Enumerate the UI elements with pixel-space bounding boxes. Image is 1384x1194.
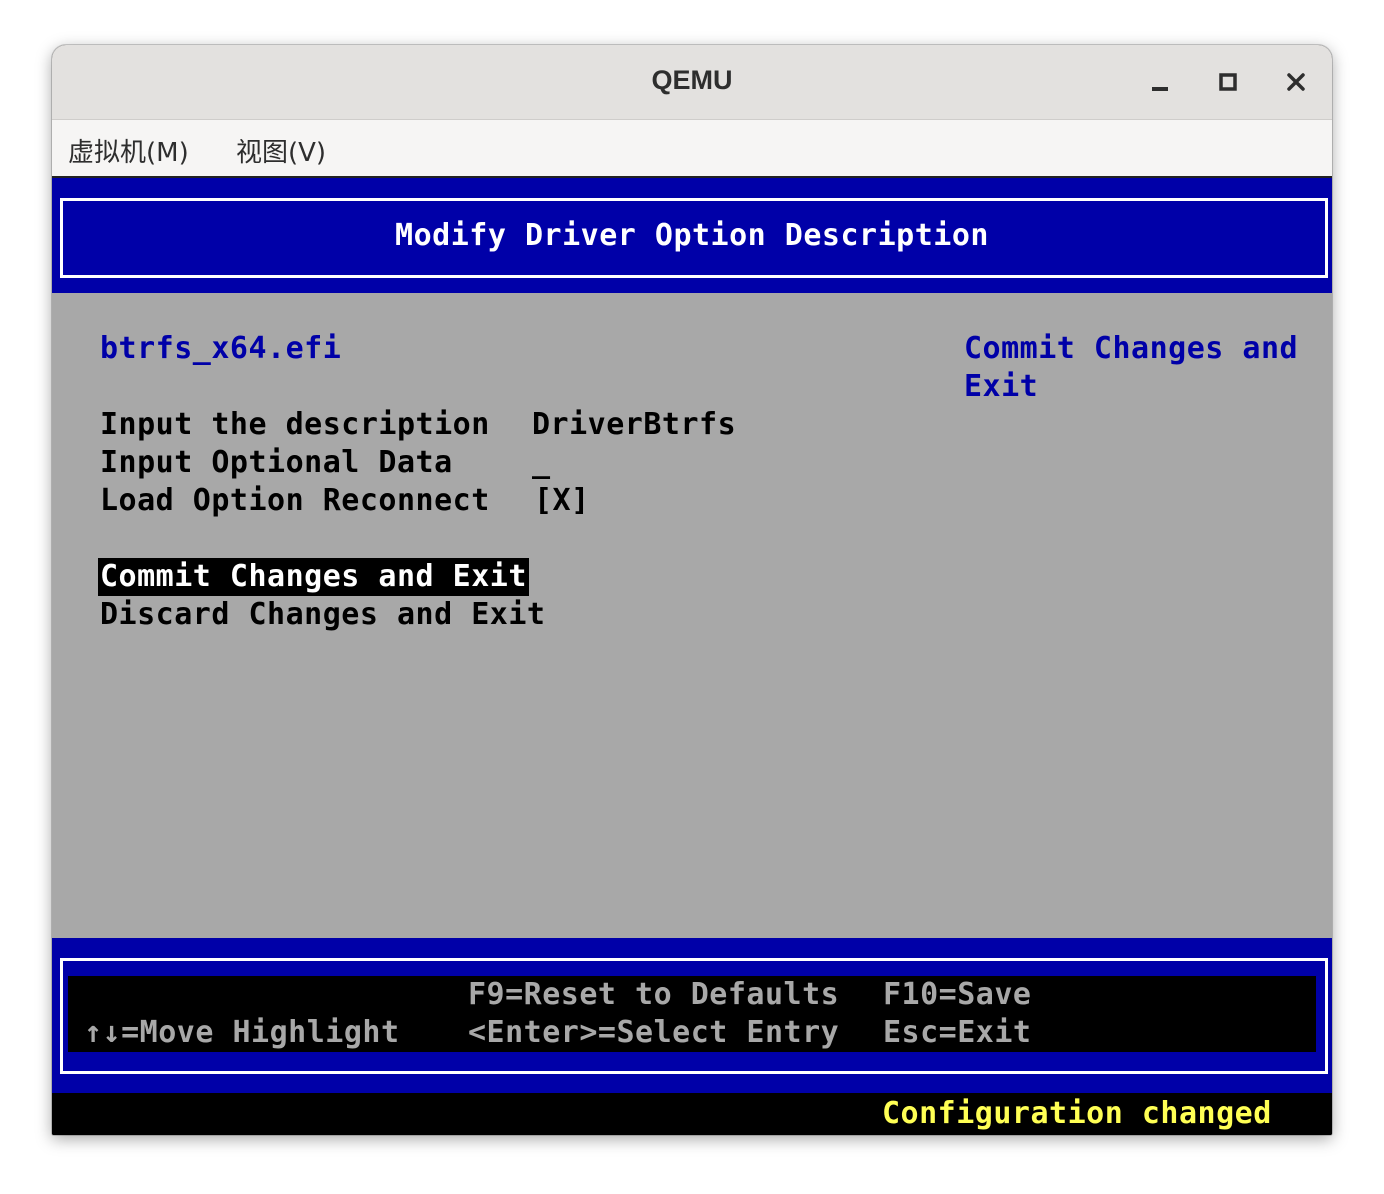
bios-body: btrfs_x64.efi Input the description Driv… [52,293,1332,938]
minimize-button[interactable] [1140,63,1180,103]
close-button[interactable] [1276,63,1316,103]
field-optional-data-label[interactable]: Input Optional Data [100,444,453,482]
page-title: Modify Driver Option Description [395,218,989,253]
status-message: Configuration changed [882,1096,1272,1131]
title-bar[interactable]: QEMU [52,45,1332,120]
reconnect-checkbox[interactable]: [X] [534,482,590,520]
hint-move-highlight: ↑↓=Move Highlight [84,1015,400,1050]
menu-machine[interactable]: 虚拟机(M) [68,132,189,169]
close-icon [1276,63,1316,103]
help-text-line-2: Exit [964,369,1039,404]
commit-changes-exit-option[interactable]: Commit Changes and Exit [98,558,529,596]
discard-changes-exit-option[interactable]: Discard Changes and Exit [100,596,545,634]
maximize-icon [1208,63,1248,103]
footer-keys-panel: F9=Reset to Defaults F10=Save ↑↓=Move Hi… [68,976,1316,1052]
field-optional-data-value[interactable]: _ [532,444,551,482]
field-description-value[interactable]: DriverBtrfs [532,406,736,444]
maximize-button[interactable] [1208,63,1248,103]
menu-view[interactable]: 视图(V) [236,132,326,169]
vm-display[interactable]: Modify Driver Option Description btrfs_x… [52,178,1332,1135]
hint-exit: Esc=Exit [883,1015,1032,1050]
bios-header: Modify Driver Option Description [52,178,1332,293]
menu-bar: 虚拟机(M) 视图(V) [52,120,1332,178]
bios-footer: F9=Reset to Defaults F10=Save ↑↓=Move Hi… [52,938,1332,1093]
qemu-window: QEMU 虚拟机(M) 视图(V) Modify Driver Option D… [52,45,1332,1135]
minimize-icon [1140,63,1180,103]
field-description-label[interactable]: Input the description [100,406,490,444]
hint-save: F10=Save [883,977,1032,1012]
driver-filename: btrfs_x64.efi [100,331,342,366]
field-reconnect-label[interactable]: Load Option Reconnect [100,482,490,520]
hint-select-entry: <Enter>=Select Entry [468,1015,840,1050]
help-text-line-1: Commit Changes and [964,331,1299,366]
hint-reset-defaults: F9=Reset to Defaults [468,977,840,1012]
status-bar: Configuration changed [52,1093,1332,1135]
